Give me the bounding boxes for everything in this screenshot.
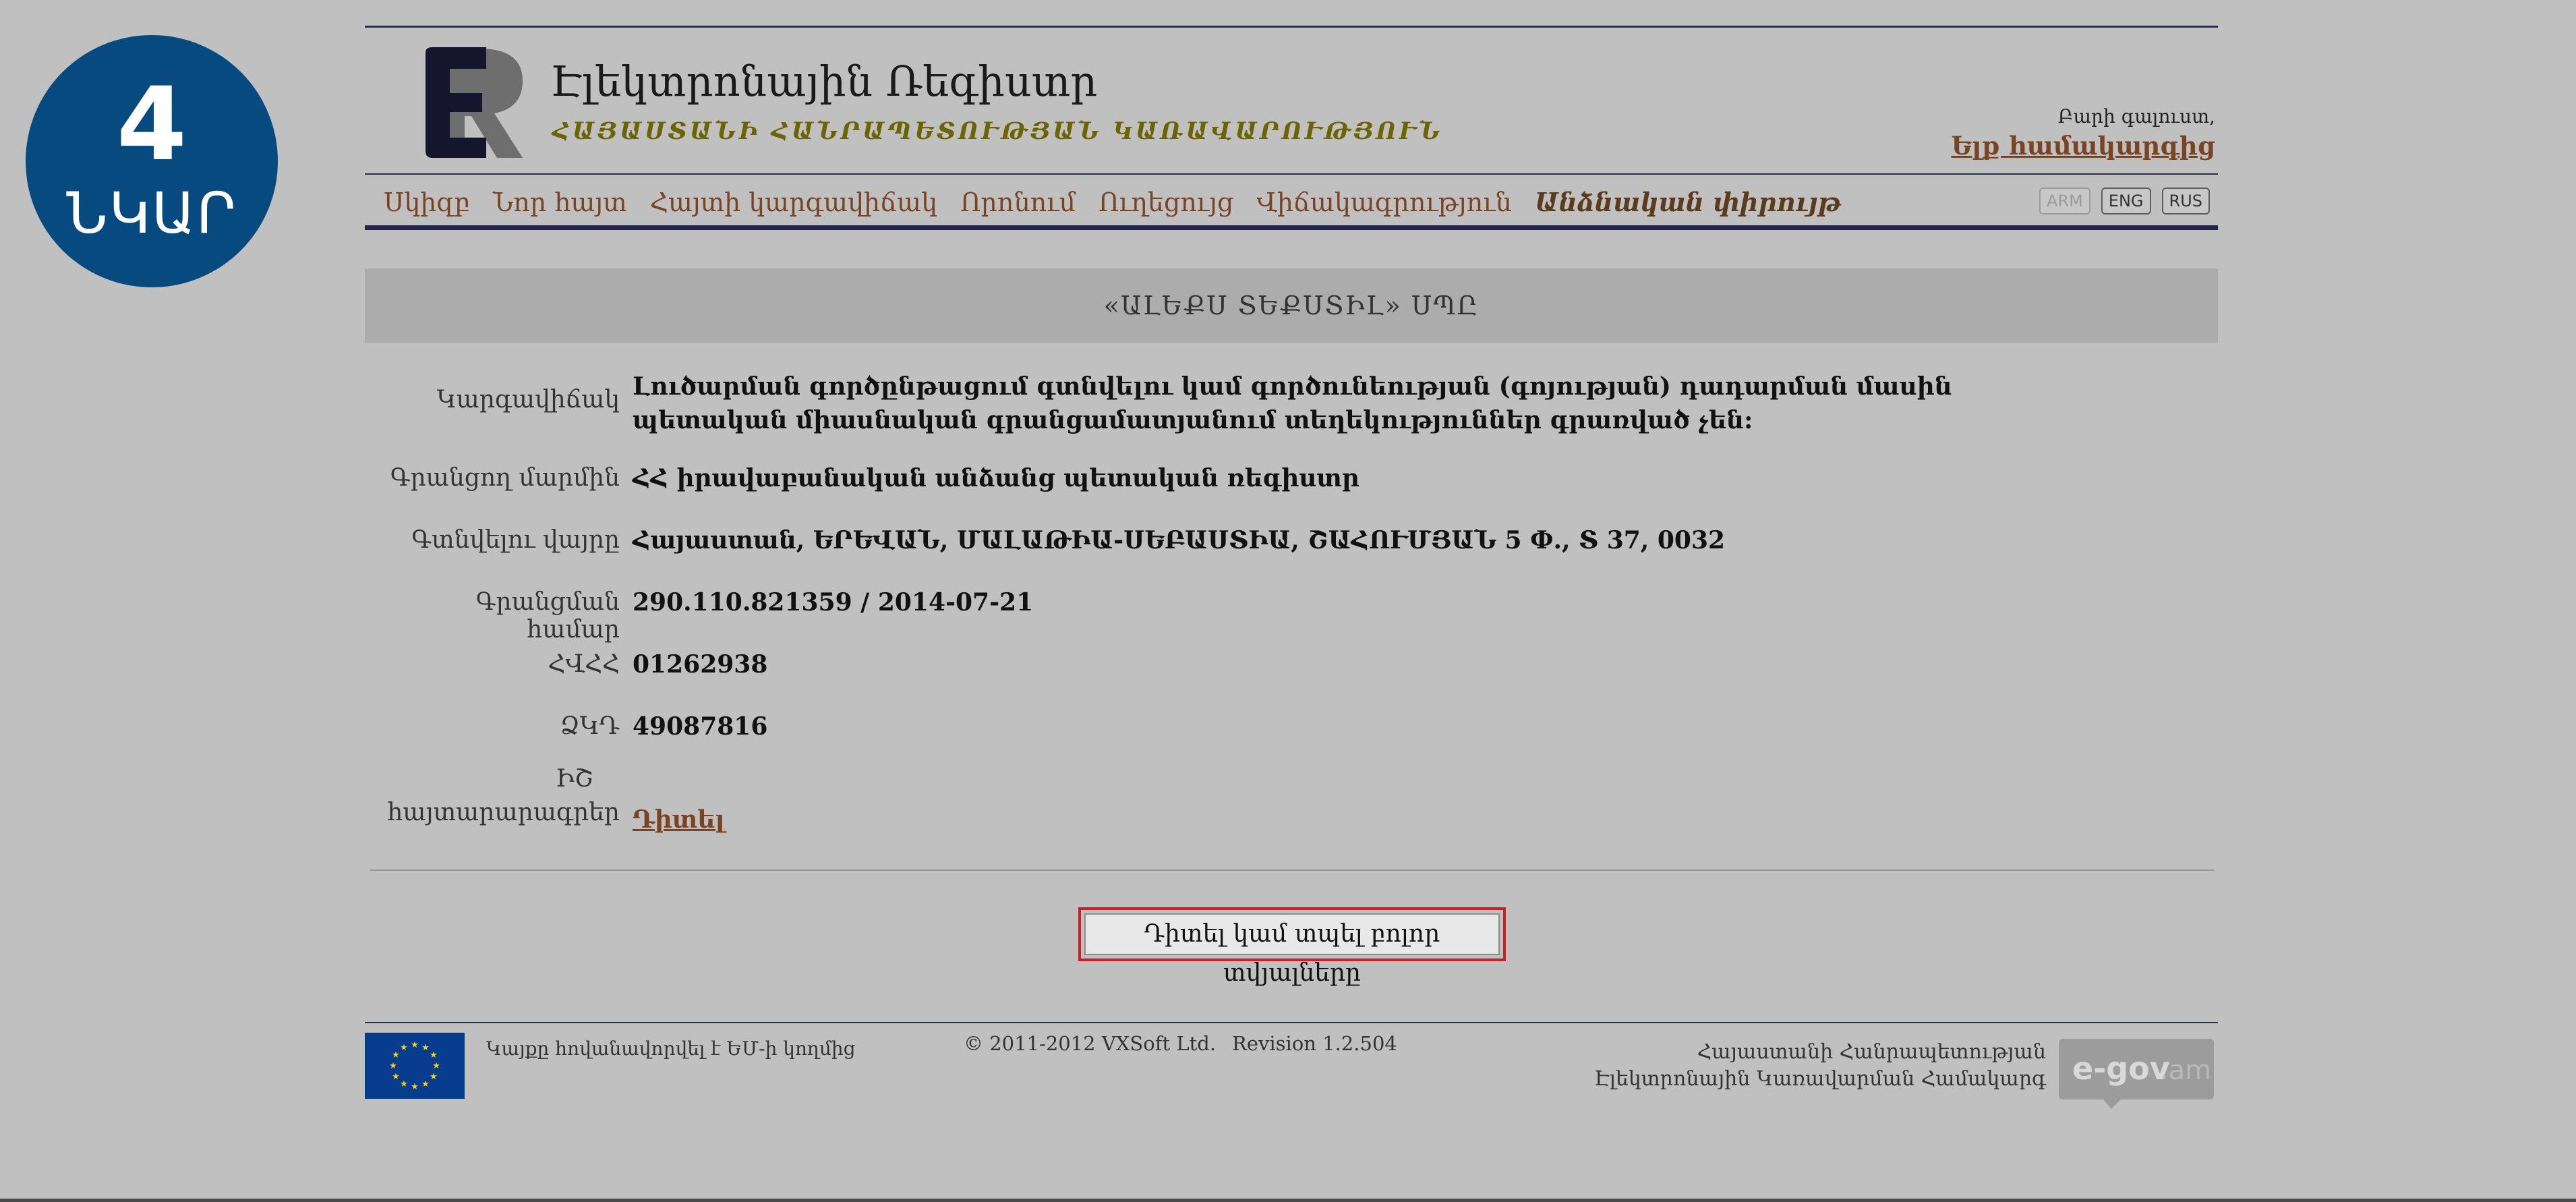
registration-number-label: Գրանցման համար (475, 588, 620, 643)
svg-text:★: ★ (421, 1043, 430, 1053)
svg-text:★: ★ (411, 1040, 419, 1050)
registrar-value: ՀՀ իրավաբանական անձանց պետական ռեգիստր (633, 464, 1359, 492)
step-number: 4 (116, 66, 187, 183)
main-nav: Սկիզբ Նոր հայտ Հայտի կարգավիճակ Որոնում … (384, 182, 1864, 223)
step-badge: 4 ՆԿԱՐ (26, 35, 278, 287)
svg-text:★: ★ (389, 1061, 397, 1071)
declarations-label-line1: ԻՇ (556, 765, 593, 793)
egov-logo[interactable]: e-gov .am (2059, 1039, 2214, 1109)
egov-suffix-text: .am (2160, 1055, 2211, 1086)
step-word: ՆԿԱՐ (66, 180, 237, 246)
egov-system-text: Հայաստանի Հանրապետության Էլեկտրոնային Կա… (1594, 1039, 2046, 1093)
nav-item-new-application[interactable]: Նոր հայտ (493, 182, 627, 223)
svg-text:★: ★ (400, 1079, 408, 1089)
details-divider (370, 869, 2215, 871)
status-label: Կարգավիճակ (436, 386, 620, 413)
nav-item-application-status[interactable]: Հայտի կարգավիճակ (650, 182, 937, 223)
lang-eng-button[interactable]: ENG (2101, 188, 2151, 214)
registrar-label: Գրանցող մարմին (390, 464, 620, 492)
svg-text:★: ★ (421, 1079, 430, 1089)
svg-text:★: ★ (430, 1072, 438, 1082)
egov-system-line2: Էլեկտրոնային Կառավարման Համակարգ (1594, 1067, 2046, 1091)
address-value: Հայաստան, ԵՐԵՎԱՆ, ՄԱԼԱԹԻԱ-ՍԵԲԱՍՏԻԱ, ՇԱՀՈ… (633, 526, 1726, 554)
greeting-text: Բարի գալուստ, (2057, 105, 2215, 127)
nav-item-search[interactable]: Որոնում (960, 182, 1076, 223)
nav-item-statistics[interactable]: Վիճակագրություն (1256, 182, 1511, 223)
highlight-box: Դիտել կամ տպել բոլոր տվյալները (1078, 907, 1506, 987)
nav-item-home[interactable]: Սկիզբ (384, 182, 470, 223)
revision-text: Revision 1.2.504 (1232, 1032, 1397, 1055)
logout-link[interactable]: Ելք համակարգից (1951, 131, 2215, 161)
copyright-text: © 2011-2012 VXSoft Ltd. (964, 1032, 1217, 1055)
site-title: Էլեկտրոնային Ռեգիստր (550, 57, 1098, 106)
egov-system-line1: Հայաստանի Հանրապետության (1697, 1040, 2046, 1064)
registration-number-value: 290.110.821359 / 2014-07-21 (633, 588, 1034, 617)
egov-main-text: e-gov (2072, 1050, 2170, 1087)
eu-sponsor-text: Կայքը հովանավորվել է ԵՄ-ի կողմից (486, 1037, 856, 1060)
svg-text:★: ★ (411, 1082, 419, 1092)
declarations-view-link[interactable]: Դիտել (633, 805, 2049, 834)
nav-item-personal-area[interactable]: Անձնական փիրույթ (1535, 182, 1841, 223)
header-top-rule (365, 26, 2218, 28)
svg-text:★: ★ (392, 1050, 400, 1060)
nav-item-guide[interactable]: Ուղեցույց (1099, 182, 1233, 223)
svg-text:★: ★ (432, 1061, 440, 1071)
view-print-all-button[interactable]: Դիտել կամ տպել բոլոր տվյալները (1084, 913, 1500, 987)
eu-flag-icon: ★ ★ ★ ★ ★ ★ ★ ★ ★ ★ ★ ★ (365, 1033, 465, 1099)
status-value: Լուծարման գործընթացում գտնվելու կամ գործ… (633, 372, 1952, 434)
declarations-label: ԻՇ հայտարարագրեր (377, 762, 620, 830)
nav-top-rule (365, 173, 2218, 175)
declarations-label-line2: հայտարարագրեր (387, 799, 620, 826)
nav-bottom-rule (365, 225, 2218, 230)
site-subtitle: ՀԱՅԱՍՏԱՆԻ ՀԱՆՐԱՊԵՏՈՒԹՅԱՆ ԿԱՌԱՎԱՐՈՒԹՅՈՒՆ (552, 117, 1443, 145)
zkd-value: 49087816 (633, 712, 768, 741)
tin-label: ՀՎՀՀ (548, 650, 620, 678)
svg-text:★: ★ (400, 1043, 408, 1053)
zkd-label: ՁԿԴ (560, 712, 620, 740)
lang-rus-button[interactable]: RUS (2161, 188, 2210, 214)
svg-text:★: ★ (430, 1050, 438, 1060)
company-name-banner: «ԱԼԵՔՍ ՏԵՔՍՏԻԼ» ՍՊԸ (365, 268, 2218, 343)
footer-rule (365, 1022, 2218, 1023)
er-logo[interactable] (421, 46, 523, 161)
lang-arm-button[interactable]: ARM (2039, 188, 2090, 214)
address-label: Գտնվելու վայրը (411, 526, 620, 554)
language-switcher: ARM ENG RUS (2039, 188, 2210, 214)
tin-value: 01262938 (633, 650, 768, 679)
svg-text:★: ★ (392, 1072, 400, 1082)
bottom-edge (0, 1199, 2576, 1202)
